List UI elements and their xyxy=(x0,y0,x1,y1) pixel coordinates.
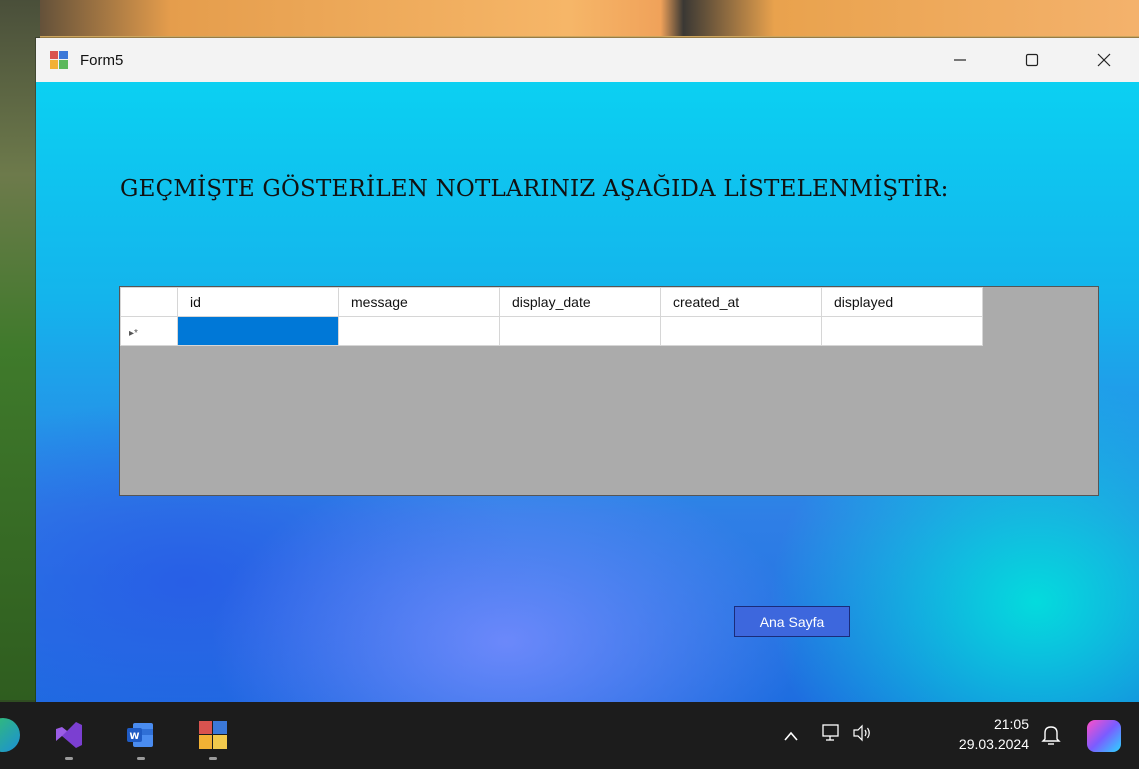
winforms-app-icon[interactable] xyxy=(196,718,230,760)
cell-id-new[interactable] xyxy=(177,316,339,346)
show-hidden-icons-chevron-icon[interactable] xyxy=(784,725,798,746)
maximize-icon xyxy=(1025,53,1039,67)
grid-new-row[interactable]: ▸* xyxy=(120,316,983,346)
system-tray xyxy=(784,702,874,769)
home-button[interactable]: Ana Sayfa xyxy=(734,606,850,637)
notifications-bell-icon[interactable] xyxy=(1041,724,1061,751)
grid-header-row: id message display_date created_at displ… xyxy=(120,287,983,317)
column-header-display-date[interactable]: display_date xyxy=(499,287,661,317)
volume-icon[interactable] xyxy=(852,724,874,747)
window-title: Form5 xyxy=(80,51,124,69)
form5-window: Form5 GEÇMİŞTE GÖSTERİLEN NOTLARINIZ AŞA… xyxy=(36,38,1139,702)
maximize-button[interactable] xyxy=(996,38,1068,82)
minimize-button[interactable] xyxy=(924,38,996,82)
window-controls xyxy=(924,38,1139,82)
column-header-message[interactable]: message xyxy=(338,287,500,317)
column-header-created-at[interactable]: created_at xyxy=(660,287,822,317)
running-indicator xyxy=(137,757,145,760)
network-icon[interactable] xyxy=(822,724,842,747)
new-row-indicator-icon: ▸* xyxy=(129,328,138,339)
cell-display-date-new[interactable] xyxy=(499,316,661,346)
notes-data-grid[interactable]: id message display_date created_at displ… xyxy=(119,286,1099,496)
minimize-icon xyxy=(954,59,966,61)
column-header-displayed[interactable]: displayed xyxy=(821,287,983,317)
running-indicator xyxy=(209,757,217,760)
form-client-area: GEÇMİŞTE GÖSTERİLEN NOTLARINIZ AŞAĞIDA L… xyxy=(36,82,1139,702)
cell-created-at-new[interactable] xyxy=(660,316,822,346)
close-button[interactable] xyxy=(1068,38,1139,82)
grid-corner-header[interactable] xyxy=(120,287,178,317)
taskbar-clock[interactable]: 21:05 29.03.2024 xyxy=(959,714,1029,754)
grid-table: id message display_date created_at displ… xyxy=(120,287,983,346)
cell-message-new[interactable] xyxy=(338,316,500,346)
svg-text:W: W xyxy=(130,732,140,742)
desktop-wallpaper-top xyxy=(0,0,1139,36)
page-title: GEÇMİŞTE GÖSTERİLEN NOTLARINIZ AŞAĞIDA L… xyxy=(120,176,949,202)
row-header-new[interactable]: ▸* xyxy=(120,316,178,346)
running-indicator xyxy=(65,757,73,760)
form-app-icon[interactable] xyxy=(50,51,68,69)
close-icon xyxy=(1097,53,1111,67)
visual-studio-icon[interactable] xyxy=(52,718,86,760)
edge-icon[interactable] xyxy=(0,718,20,752)
cell-displayed-new[interactable] xyxy=(821,316,983,346)
desktop-wallpaper-left xyxy=(0,0,40,700)
clock-time: 21:05 xyxy=(993,716,1029,732)
clock-date: 29.03.2024 xyxy=(958,736,1029,752)
word-icon[interactable]: W xyxy=(124,718,158,760)
copilot-icon[interactable] xyxy=(1087,720,1121,752)
column-header-id[interactable]: id xyxy=(177,287,339,317)
title-bar[interactable]: Form5 xyxy=(36,38,1139,82)
taskbar: W 21:05 29.03.2024 xyxy=(0,702,1139,769)
